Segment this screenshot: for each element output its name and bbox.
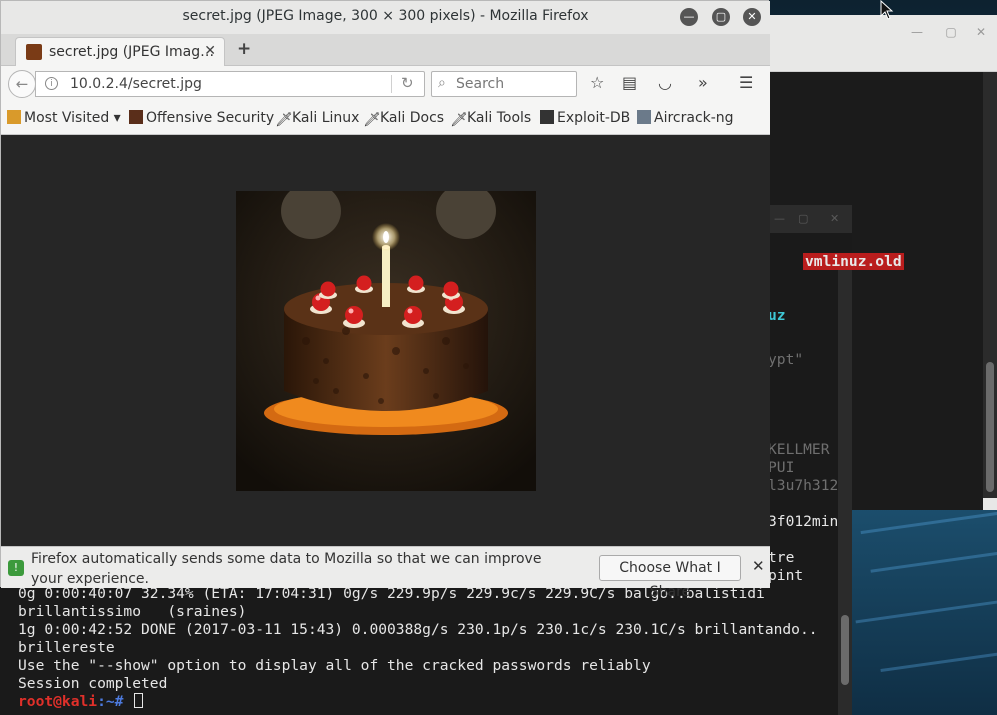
divider [391, 75, 392, 93]
reading-list-icon[interactable]: ▤ [622, 73, 637, 92]
pocket-icon[interactable]: ◡ [658, 73, 672, 92]
terminal-titlebar[interactable]: — ▢ ✕ [770, 205, 852, 233]
tab-secret-jpg[interactable]: secret.jpg (JPEG Imag… ✕ [15, 37, 225, 66]
prompt-user: root@kali [18, 693, 98, 710]
search-input[interactable]: ⌕ Search [431, 71, 577, 97]
kali-icon: 🗡 [275, 112, 293, 128]
kali-icon: 🗡 [363, 112, 381, 128]
navigation-toolbar: i 10.0.2.4/secret.jpg ↻ ← ⌕ Search ☆ ▤ ◡… [1, 66, 770, 102]
bookmark-aircrack-ng[interactable]: Aircrack-ng [637, 110, 734, 126]
page-content [1, 135, 770, 546]
maximize-icon[interactable]: ▢ [942, 23, 960, 41]
window-title: secret.jpg (JPEG Image, 300 × 300 pixels… [182, 8, 589, 24]
notification-close-icon[interactable]: ✕ [752, 557, 765, 575]
scroll-down-arrow[interactable] [983, 498, 997, 510]
minimize-icon[interactable]: — [774, 212, 785, 225]
background-window-scrollbar[interactable] [983, 72, 997, 510]
scrollbar-thumb[interactable] [841, 615, 849, 685]
menu-icon[interactable]: ☰ [739, 73, 753, 92]
close-icon[interactable]: ✕ [830, 212, 839, 225]
search-placeholder: Search [456, 76, 505, 92]
exploit-db-icon [540, 110, 554, 124]
notification-text: Firefox automatically sends some data to… [31, 551, 542, 587]
maximize-icon[interactable]: ▢ [712, 8, 730, 26]
reload-icon[interactable]: ↻ [401, 74, 414, 92]
overflow-chevron-icon[interactable]: » [698, 73, 708, 92]
bookmark-star-icon[interactable]: ☆ [590, 73, 604, 92]
terminal-fragment: tre [768, 549, 795, 566]
url-text[interactable]: 10.0.2.4/secret.jpg [70, 76, 202, 92]
secret-image[interactable] [236, 191, 536, 491]
background-window-titlebar[interactable]: — ▢ ✕ [770, 15, 997, 72]
close-icon[interactable]: ✕ [743, 8, 761, 26]
close-icon[interactable]: ✕ [972, 23, 990, 41]
terminal-prompt[interactable]: root@kali:~# [18, 693, 144, 711]
scrollbar-thumb[interactable] [986, 362, 994, 492]
tab-label: secret.jpg (JPEG Imag… [49, 44, 215, 60]
new-tab-icon[interactable]: + [237, 39, 251, 59]
aircrack-icon [637, 110, 651, 124]
prompt-path: :~# [97, 693, 133, 710]
bookmark-kali-tools[interactable]: 🗡Kali Tools [450, 110, 531, 128]
notification-bar: ! Firefox automatically sends some data … [1, 546, 770, 600]
info-icon[interactable]: i [45, 77, 58, 90]
most-visited-icon [7, 110, 21, 124]
url-bar[interactable]: i 10.0.2.4/secret.jpg ↻ [35, 71, 425, 97]
bookmarks-toolbar: Most Visited ▾ Offensive Security 🗡Kali … [1, 102, 770, 135]
cake-image [236, 191, 536, 491]
choose-what-i-share-button[interactable]: Choose What I Share [599, 555, 741, 600]
firefox-titlebar[interactable]: secret.jpg (JPEG Image, 300 × 300 pixels… [1, 1, 770, 34]
terminal-fragment: KELLMER [768, 441, 830, 458]
terminal-line: Session completed [18, 675, 168, 692]
terminal-fragment: ypt" [768, 351, 804, 368]
search-icon: ⌕ [438, 75, 446, 91]
tab-strip: secret.jpg (JPEG Imag… ✕ + [1, 34, 770, 66]
terminal-fragment: uz [768, 307, 786, 324]
terminal-fragment: l3u7h312 [768, 477, 839, 494]
maximize-icon[interactable]: ▢ [798, 212, 808, 225]
cake-favicon-icon [26, 44, 42, 60]
terminal-fragment: pint [768, 567, 804, 584]
terminal-line: Use the "--show" option to display all o… [18, 657, 651, 674]
bookmark-kali-docs[interactable]: 🗡Kali Docs [363, 110, 444, 128]
tab-close-icon[interactable]: ✕ [204, 43, 216, 59]
terminal-line: brillereste [18, 639, 115, 656]
text-cursor [134, 693, 144, 708]
bookmark-most-visited[interactable]: Most Visited ▾ [7, 110, 121, 126]
minimize-icon[interactable]: — [680, 8, 698, 26]
terminal-scrollbar[interactable] [838, 255, 852, 715]
terminal-fragment: 3f012min [768, 513, 839, 530]
bookmark-offensive-security[interactable]: Offensive Security [129, 110, 274, 126]
terminal-fragment: PUI [768, 459, 795, 476]
bookmark-exploit-db[interactable]: Exploit-DB [540, 110, 630, 126]
back-button[interactable]: ← [8, 70, 36, 98]
terminal-line: 1g 0:00:42:52 DONE (2017-03-11 15:43) 0.… [18, 621, 818, 638]
bookmark-kali-linux[interactable]: 🗡Kali Linux [275, 110, 359, 128]
firefox-window[interactable]: secret.jpg (JPEG Image, 300 × 300 pixels… [0, 0, 770, 600]
terminal-fragment: vmlinuz.old [803, 253, 904, 270]
offensive-security-icon [129, 110, 143, 124]
terminal-line: brillantissimo (sraines) [18, 603, 247, 620]
minimize-icon[interactable]: — [908, 23, 926, 41]
notification-icon: ! [8, 560, 24, 576]
mouse-pointer-icon [880, 0, 894, 20]
kali-icon: 🗡 [450, 112, 468, 128]
